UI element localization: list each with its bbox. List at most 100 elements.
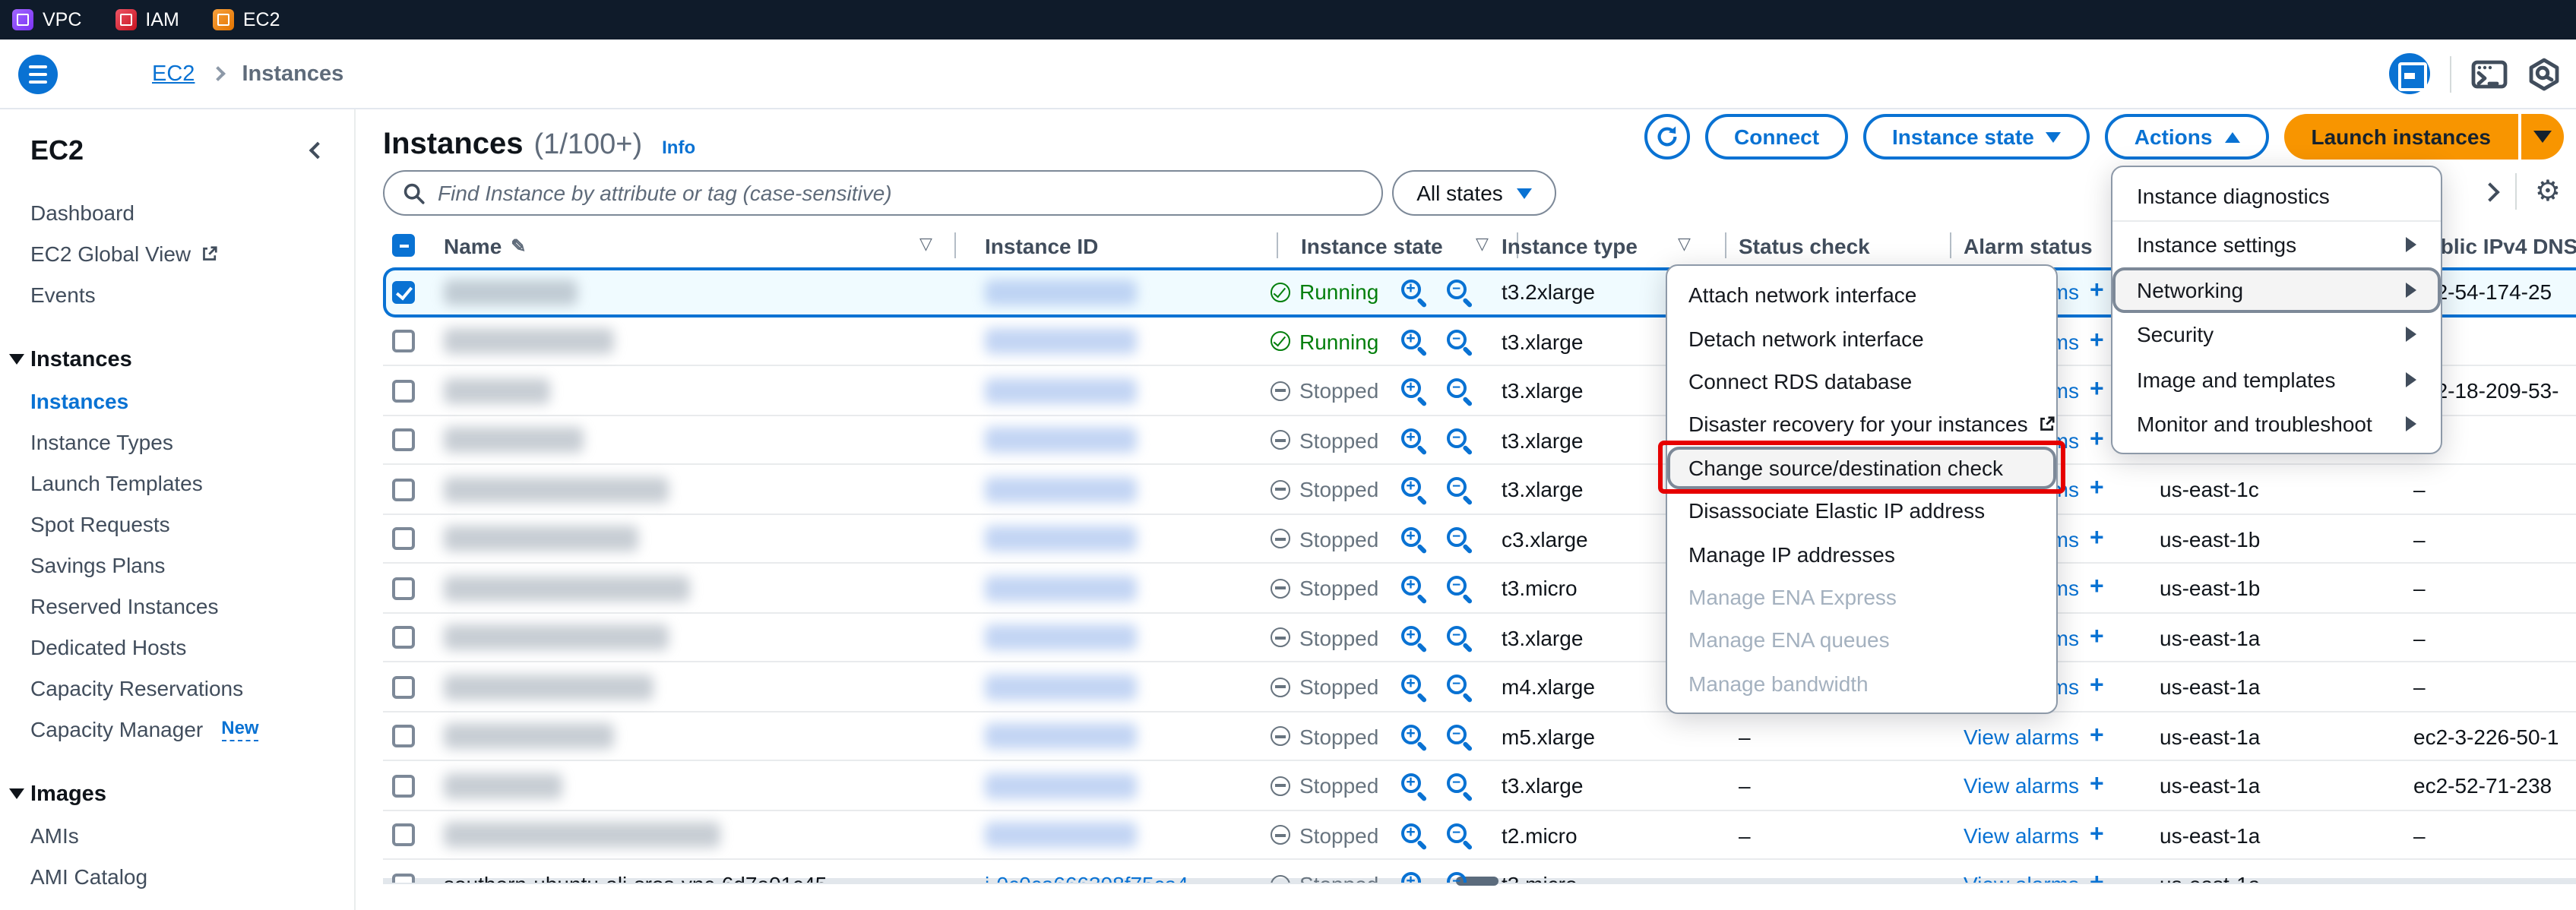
sidebar-section-instances[interactable]: Instances: [0, 339, 354, 380]
menu-item-detach-network-interface[interactable]: Detach network interface: [1667, 317, 2056, 360]
sidebar-item-capacity-reservations[interactable]: Capacity Reservations: [0, 667, 354, 708]
add-alarm-icon[interactable]: +: [2090, 328, 2104, 355]
menu-item-attach-network-interface[interactable]: Attach network interface: [1667, 273, 2056, 317]
sidebar-item-dedicated-hosts[interactable]: Dedicated Hosts: [0, 626, 354, 667]
redacted-instance-id[interactable]: [985, 526, 1137, 552]
breadcrumb-ec2-link[interactable]: EC2: [152, 62, 195, 86]
redacted-instance-id[interactable]: [985, 576, 1137, 602]
redacted-instance-id[interactable]: [985, 428, 1137, 453]
sidebar-item-ami-catalog[interactable]: AMI Catalog: [0, 855, 354, 896]
next-page-icon[interactable]: [2480, 182, 2499, 201]
sidebar-section-images[interactable]: Images: [0, 773, 354, 814]
sidebar-item-instances[interactable]: Instances: [0, 380, 354, 421]
redacted-instance-id[interactable]: [985, 280, 1137, 305]
column-instance-id[interactable]: Instance ID: [985, 223, 1098, 267]
table-row[interactable]: Stopped c3.xlarge View alarms+ us-east-1…: [356, 514, 2576, 564]
table-row[interactable]: Stopped m5.xlarge – View alarms+ us-east…: [356, 712, 2576, 761]
zoom-in-filter-icon[interactable]: [1401, 823, 1421, 842]
redacted-instance-id[interactable]: [985, 329, 1137, 355]
cloudshell-icon[interactable]: [2471, 58, 2508, 89]
sidebar-item-launch-templates[interactable]: Launch Templates: [0, 462, 354, 503]
zoom-out-filter-icon[interactable]: [1447, 477, 1467, 497]
menu-item-connect-rds-database[interactable]: Connect RDS database: [1667, 360, 2056, 403]
state-filter-icon[interactable]: ▽: [1476, 234, 1489, 254]
zoom-out-filter-icon[interactable]: [1447, 823, 1467, 842]
zoom-in-filter-icon[interactable]: [1401, 329, 1421, 349]
menu-item-manage-ip-addresses[interactable]: Manage IP addresses: [1667, 532, 2056, 576]
zoom-out-filter-icon[interactable]: [1447, 872, 1467, 883]
table-row[interactable]: Stopped t2.micro – View alarms+ us-east-…: [356, 810, 2576, 860]
zoom-out-filter-icon[interactable]: [1447, 576, 1467, 596]
search-input[interactable]: [438, 181, 1363, 205]
table-row[interactable]: Stopped t3.xlarge View alarms+ us-east-1…: [356, 465, 2576, 514]
redacted-instance-id[interactable]: [985, 823, 1137, 848]
split-view-icon[interactable]: [2389, 53, 2430, 94]
menu-item-instance-settings[interactable]: Instance settings: [2112, 223, 2441, 267]
zoom-out-filter-icon[interactable]: [1447, 428, 1467, 447]
view-alarms-link[interactable]: View alarms+: [1964, 712, 2104, 761]
menu-item-networking[interactable]: Networking: [2112, 267, 2441, 312]
sidebar-item-amis[interactable]: AMIs: [0, 814, 354, 855]
zoom-in-filter-icon[interactable]: [1401, 280, 1421, 299]
row-checkbox[interactable]: [392, 429, 415, 452]
row-checkbox[interactable]: [392, 281, 415, 304]
favorite-iam[interactable]: IAM: [115, 9, 179, 30]
row-checkbox[interactable]: [392, 627, 415, 649]
add-alarm-icon[interactable]: +: [2090, 378, 2104, 405]
menu-item-disassociate-elastic-ip[interactable]: Disassociate Elastic IP address: [1667, 489, 2056, 532]
sidebar-item-events[interactable]: Events: [0, 273, 354, 314]
add-alarm-icon[interactable]: +: [2090, 723, 2104, 750]
redacted-instance-id[interactable]: [985, 773, 1137, 799]
table-row[interactable]: Stopped t3.xlarge View alarms+ us-east-1…: [356, 613, 2576, 662]
redacted-instance-id[interactable]: [985, 724, 1137, 750]
table-row[interactable]: southern-ubuntu-ali-sros-vnc-6d7e01c45 i…: [356, 860, 2576, 883]
amazon-q-icon[interactable]: [2527, 57, 2561, 90]
actions-button[interactable]: Actions: [2106, 114, 2269, 160]
add-alarm-icon[interactable]: +: [2090, 575, 2104, 602]
view-alarms-link[interactable]: View alarms+: [1964, 860, 2104, 883]
instance-state-button[interactable]: Instance state: [1863, 114, 2090, 160]
redacted-instance-id[interactable]: [985, 378, 1137, 404]
row-checkbox[interactable]: [392, 775, 415, 798]
add-alarm-icon[interactable]: +: [2090, 822, 2104, 849]
zoom-in-filter-icon[interactable]: [1401, 477, 1421, 497]
zoom-out-filter-icon[interactable]: [1447, 625, 1467, 645]
row-checkbox[interactable]: [392, 725, 415, 748]
column-status-check[interactable]: Status check: [1739, 223, 1870, 267]
add-alarm-icon[interactable]: +: [2090, 476, 2104, 504]
sidebar-item-capacity-manager[interactable]: Capacity Manager New: [0, 708, 354, 749]
add-alarm-icon[interactable]: +: [2090, 674, 2104, 701]
add-alarm-icon[interactable]: +: [2090, 624, 2104, 652]
sidebar-item-dashboard[interactable]: Dashboard: [0, 191, 354, 232]
zoom-out-filter-icon[interactable]: [1447, 773, 1467, 793]
row-checkbox[interactable]: [392, 874, 415, 883]
name-filter-icon[interactable]: ▽: [919, 234, 932, 254]
menu-item-instance-diagnostics[interactable]: Instance diagnostics: [2112, 173, 2441, 218]
sidebar-collapse-icon[interactable]: [309, 142, 327, 160]
add-alarm-icon[interactable]: +: [2090, 526, 2104, 553]
menu-item-disaster-recovery[interactable]: Disaster recovery for your instances: [1667, 403, 2056, 446]
zoom-in-filter-icon[interactable]: [1401, 675, 1421, 694]
row-checkbox[interactable]: [392, 330, 415, 353]
add-alarm-icon[interactable]: +: [2090, 773, 2104, 800]
connect-button[interactable]: Connect: [1705, 114, 1848, 160]
sidebar-item-spot-requests[interactable]: Spot Requests: [0, 503, 354, 544]
sidebar-item-reserved-instances[interactable]: Reserved Instances: [0, 585, 354, 626]
zoom-in-filter-icon[interactable]: [1401, 428, 1421, 447]
add-alarm-icon[interactable]: +: [2090, 279, 2104, 306]
zoom-in-filter-icon[interactable]: [1401, 724, 1421, 744]
info-link[interactable]: Info: [662, 137, 695, 158]
menu-item-security[interactable]: Security: [2112, 312, 2441, 357]
table-row[interactable]: Stopped m4.xlarge View alarms+ us-east-1…: [356, 662, 2576, 712]
row-checkbox[interactable]: [392, 479, 415, 501]
column-name[interactable]: Name✎: [444, 223, 526, 267]
table-row[interactable]: Stopped t3.xlarge – View alarms+ us-east…: [356, 761, 2576, 810]
zoom-out-filter-icon[interactable]: [1447, 378, 1467, 398]
table-settings-gear-icon[interactable]: ⚙: [2535, 177, 2561, 206]
zoom-out-filter-icon[interactable]: [1447, 675, 1467, 694]
sidebar-item-savings-plans[interactable]: Savings Plans: [0, 544, 354, 585]
view-alarms-link[interactable]: View alarms+: [1964, 810, 2104, 860]
menu-item-image-and-templates[interactable]: Image and templates: [2112, 357, 2441, 402]
redacted-instance-id[interactable]: [985, 477, 1137, 503]
add-alarm-icon[interactable]: +: [2090, 427, 2104, 454]
